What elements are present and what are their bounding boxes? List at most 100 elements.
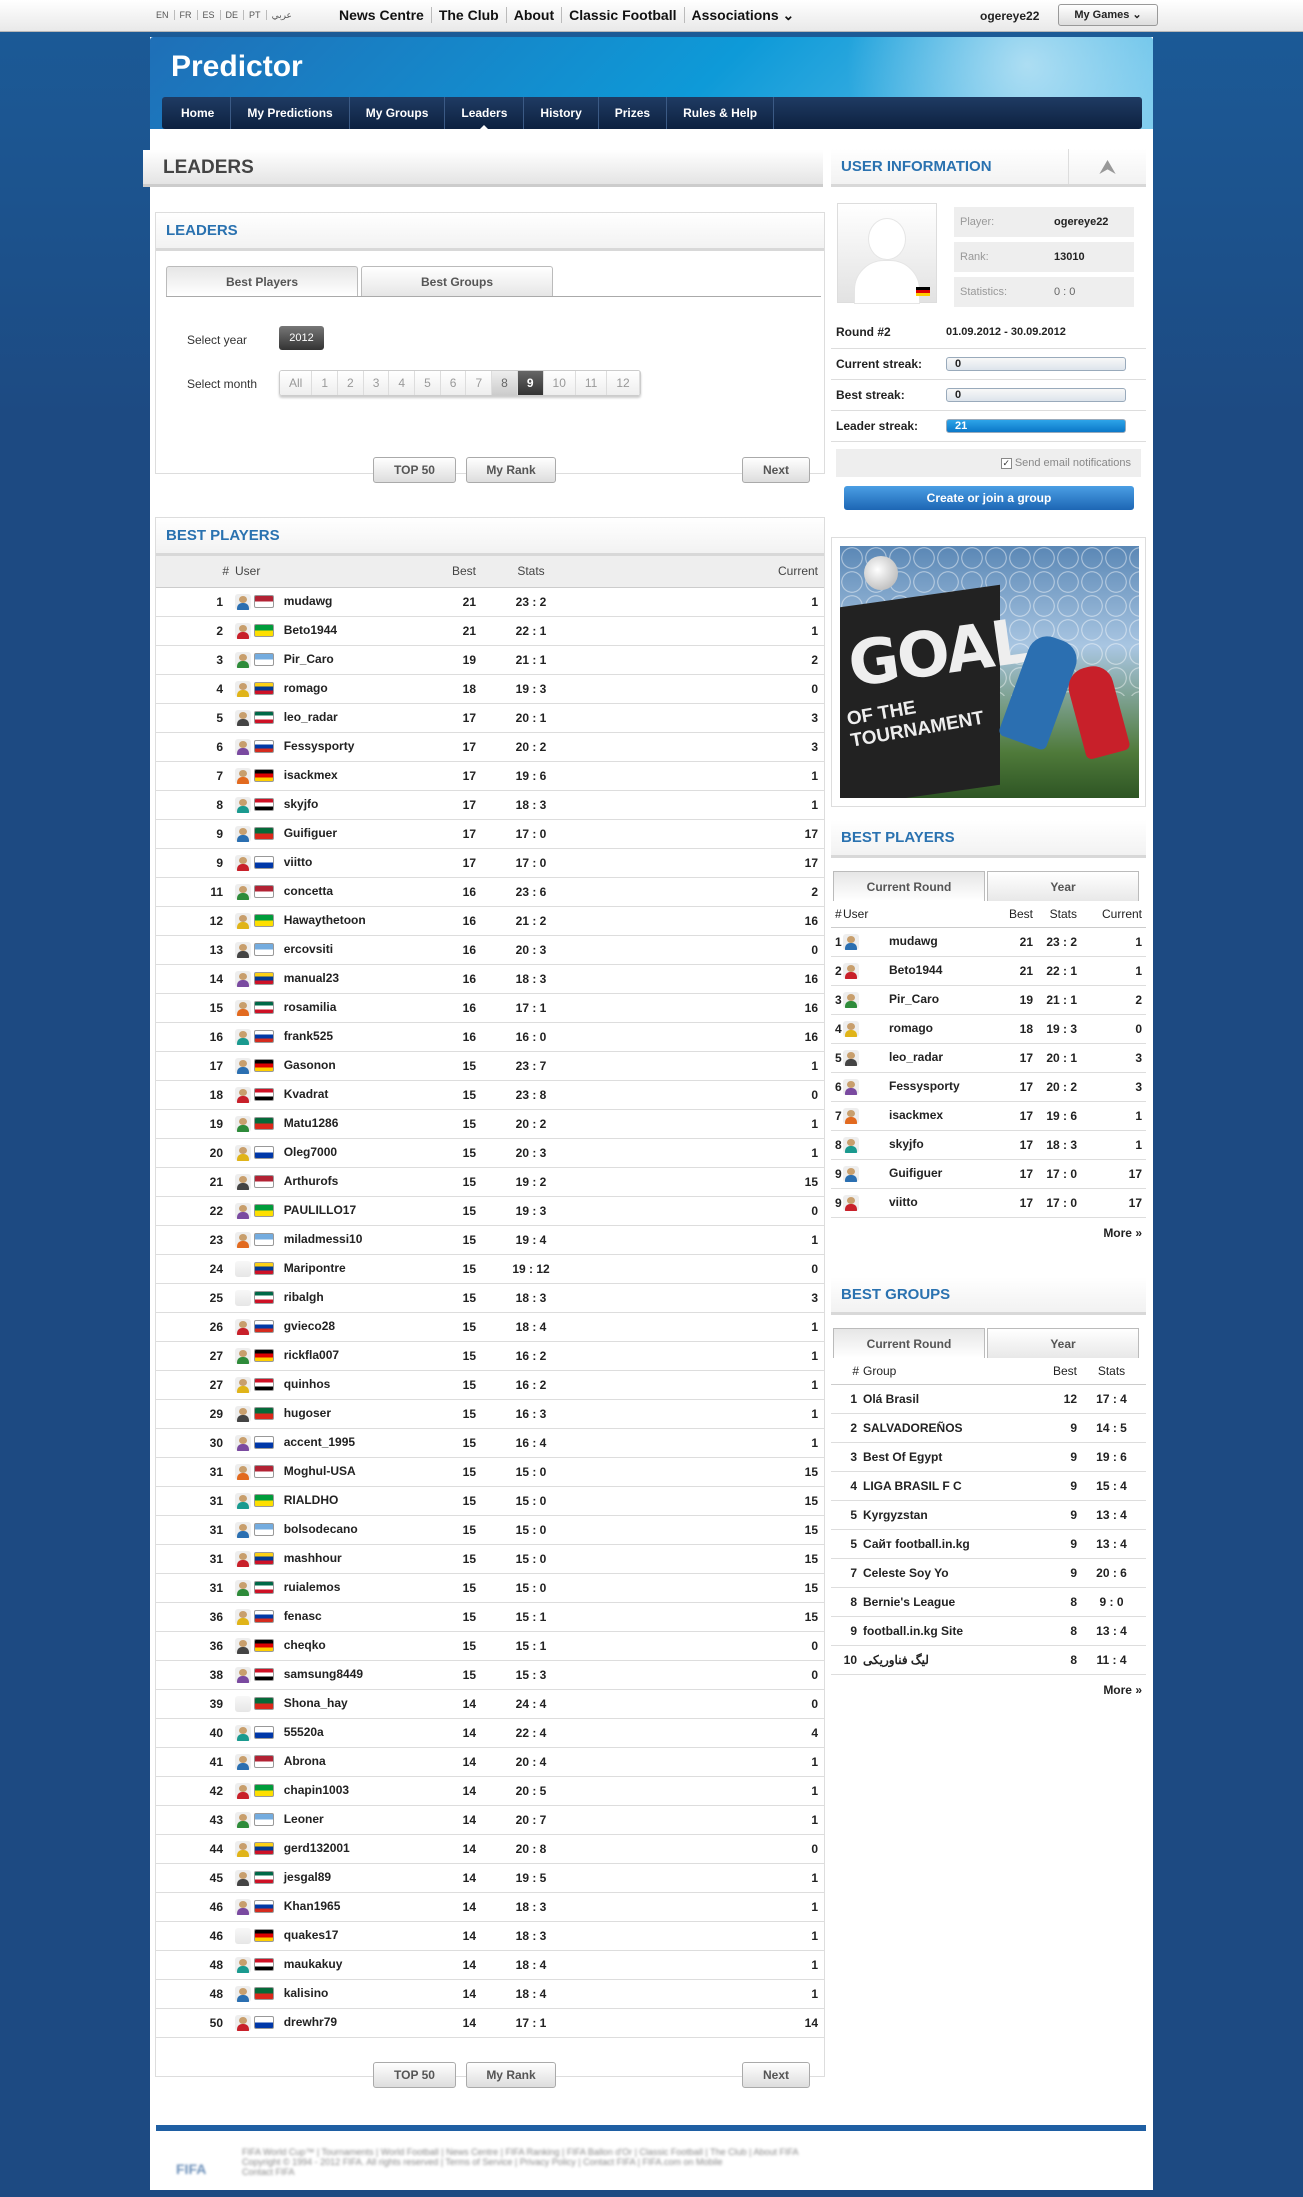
- side-user-link[interactable]: Guifiguer: [889, 1166, 942, 1180]
- year-button[interactable]: 2012: [279, 326, 324, 350]
- avatar[interactable]: [843, 1194, 859, 1211]
- user-link[interactable]: romago: [284, 681, 328, 695]
- avatar[interactable]: [235, 1811, 251, 1828]
- lang-en[interactable]: EN: [151, 10, 175, 20]
- avatar[interactable]: [235, 854, 251, 871]
- avatar[interactable]: [235, 941, 251, 958]
- user-link[interactable]: maukakuy: [284, 1957, 343, 1971]
- goal-of-tournament-banner[interactable]: GOAL OF THE TOURNAMENT: [831, 537, 1146, 807]
- top50-button-bottom[interactable]: TOP 50: [373, 2062, 456, 2088]
- avatar[interactable]: [235, 1637, 251, 1654]
- user-link[interactable]: Oleg7000: [284, 1145, 337, 1159]
- month-6[interactable]: 6: [440, 371, 467, 395]
- lang-es[interactable]: ES: [197, 10, 221, 20]
- lang-pt[interactable]: PT: [244, 10, 267, 20]
- user-link[interactable]: Maripontre: [284, 1261, 346, 1275]
- side-user-link[interactable]: isackmex: [889, 1108, 943, 1122]
- avatar[interactable]: [235, 1985, 251, 2002]
- user-link[interactable]: skyjfo: [284, 797, 319, 811]
- user-link[interactable]: leo_radar: [284, 710, 338, 724]
- avatar[interactable]: [235, 1666, 251, 1683]
- next-button[interactable]: Next: [742, 457, 810, 483]
- user-link[interactable]: gvieco28: [284, 1319, 335, 1333]
- avatar[interactable]: [235, 1492, 251, 1509]
- group-name-link[interactable]: Сайт football.in.kg: [863, 1529, 1033, 1559]
- nav-classic-football[interactable]: Classic Football: [562, 7, 685, 23]
- avatar[interactable]: [235, 825, 251, 842]
- nav-about[interactable]: About: [507, 7, 563, 23]
- tab-my-predictions[interactable]: My Predictions: [231, 97, 350, 129]
- avatar[interactable]: [235, 970, 251, 987]
- user-link[interactable]: kalisino: [284, 1986, 329, 2000]
- nav-associations[interactable]: Associations ⌄: [685, 7, 802, 23]
- avatar[interactable]: [235, 1434, 251, 1451]
- user-link[interactable]: ribalgh: [284, 1290, 324, 1304]
- user-link[interactable]: concetta: [284, 884, 333, 898]
- user-link[interactable]: PAULILLO17: [284, 1203, 356, 1217]
- tab-year[interactable]: Year: [987, 871, 1139, 901]
- user-link[interactable]: viitto: [284, 855, 313, 869]
- avatar[interactable]: [235, 1956, 251, 1973]
- avatar[interactable]: [235, 1840, 251, 1857]
- tab-groups-current-round[interactable]: Current Round: [833, 1328, 985, 1358]
- tab-history[interactable]: History: [524, 97, 599, 129]
- avatar[interactable]: [235, 651, 251, 668]
- user-link[interactable]: chapin1003: [284, 1783, 349, 1797]
- my-rank-button-bottom[interactable]: My Rank: [466, 2062, 556, 2088]
- tab-home[interactable]: Home: [165, 97, 232, 129]
- avatar[interactable]: [235, 912, 251, 929]
- avatar[interactable]: [235, 1521, 251, 1538]
- user-link[interactable]: Arthurofs: [284, 1174, 339, 1188]
- group-name-link[interactable]: Bernie's League: [863, 1587, 1033, 1617]
- user-link[interactable]: Beto1944: [284, 623, 337, 637]
- side-user-link[interactable]: Beto1944: [889, 963, 942, 977]
- nav-news-centre[interactable]: News Centre: [332, 7, 432, 23]
- avatar[interactable]: [843, 1020, 859, 1037]
- tab-groups-year[interactable]: Year: [987, 1328, 1139, 1358]
- side-user-link[interactable]: romago: [889, 1021, 933, 1035]
- month-12[interactable]: 12: [607, 371, 640, 395]
- create-group-button[interactable]: Create or join a group: [844, 486, 1134, 510]
- month-3[interactable]: 3: [363, 371, 390, 395]
- user-link[interactable]: Moghul-USA: [284, 1464, 356, 1478]
- avatar[interactable]: [235, 1405, 251, 1422]
- user-link[interactable]: bolsodecano: [284, 1522, 358, 1536]
- user-link[interactable]: samsung8449: [284, 1667, 363, 1681]
- user-link[interactable]: quinhos: [284, 1377, 331, 1391]
- avatar[interactable]: [235, 1231, 251, 1248]
- group-name-link[interactable]: Best Of Egypt: [863, 1442, 1033, 1472]
- avatar[interactable]: [235, 796, 251, 813]
- user-link[interactable]: Leoner: [284, 1812, 324, 1826]
- month-1[interactable]: 1: [312, 371, 339, 395]
- avatar[interactable]: [235, 999, 251, 1016]
- avatar[interactable]: [843, 991, 859, 1008]
- side-user-link[interactable]: mudawg: [889, 934, 938, 948]
- tab-my-groups[interactable]: My Groups: [350, 97, 446, 129]
- side-user-link[interactable]: viitto: [889, 1195, 918, 1209]
- user-link[interactable]: mudawg: [284, 594, 333, 608]
- user-link[interactable]: rosamilia: [284, 1000, 337, 1014]
- group-name-link[interactable]: Celeste Soy Yo: [863, 1558, 1033, 1588]
- avatar[interactable]: [235, 1144, 251, 1161]
- my-games-dropdown[interactable]: My Games ⌄: [1058, 4, 1158, 26]
- user-link[interactable]: accent_1995: [284, 1435, 355, 1449]
- next-button-bottom[interactable]: Next: [742, 2062, 810, 2088]
- avatar[interactable]: [235, 709, 251, 726]
- avatar[interactable]: [235, 1608, 251, 1625]
- avatar[interactable]: [235, 1202, 251, 1219]
- lang-ar[interactable]: عربي: [267, 10, 297, 20]
- avatar[interactable]: [235, 1724, 251, 1741]
- tab-prizes[interactable]: Prizes: [599, 97, 668, 129]
- avatar[interactable]: [235, 622, 251, 639]
- user-link[interactable]: Kvadrat: [284, 1087, 329, 1101]
- avatar[interactable]: [235, 1086, 251, 1103]
- avatar[interactable]: [235, 1289, 251, 1306]
- group-name-link[interactable]: Olá Brasil: [863, 1384, 1033, 1414]
- month-all[interactable]: All: [280, 371, 313, 395]
- avatar[interactable]: [843, 933, 859, 950]
- nav-the-club[interactable]: The Club: [432, 7, 507, 23]
- user-link[interactable]: Hawaythetoon: [284, 913, 366, 927]
- avatar[interactable]: [235, 680, 251, 697]
- month-8[interactable]: 8: [492, 371, 518, 395]
- user-link[interactable]: Shona_hay: [284, 1696, 348, 1710]
